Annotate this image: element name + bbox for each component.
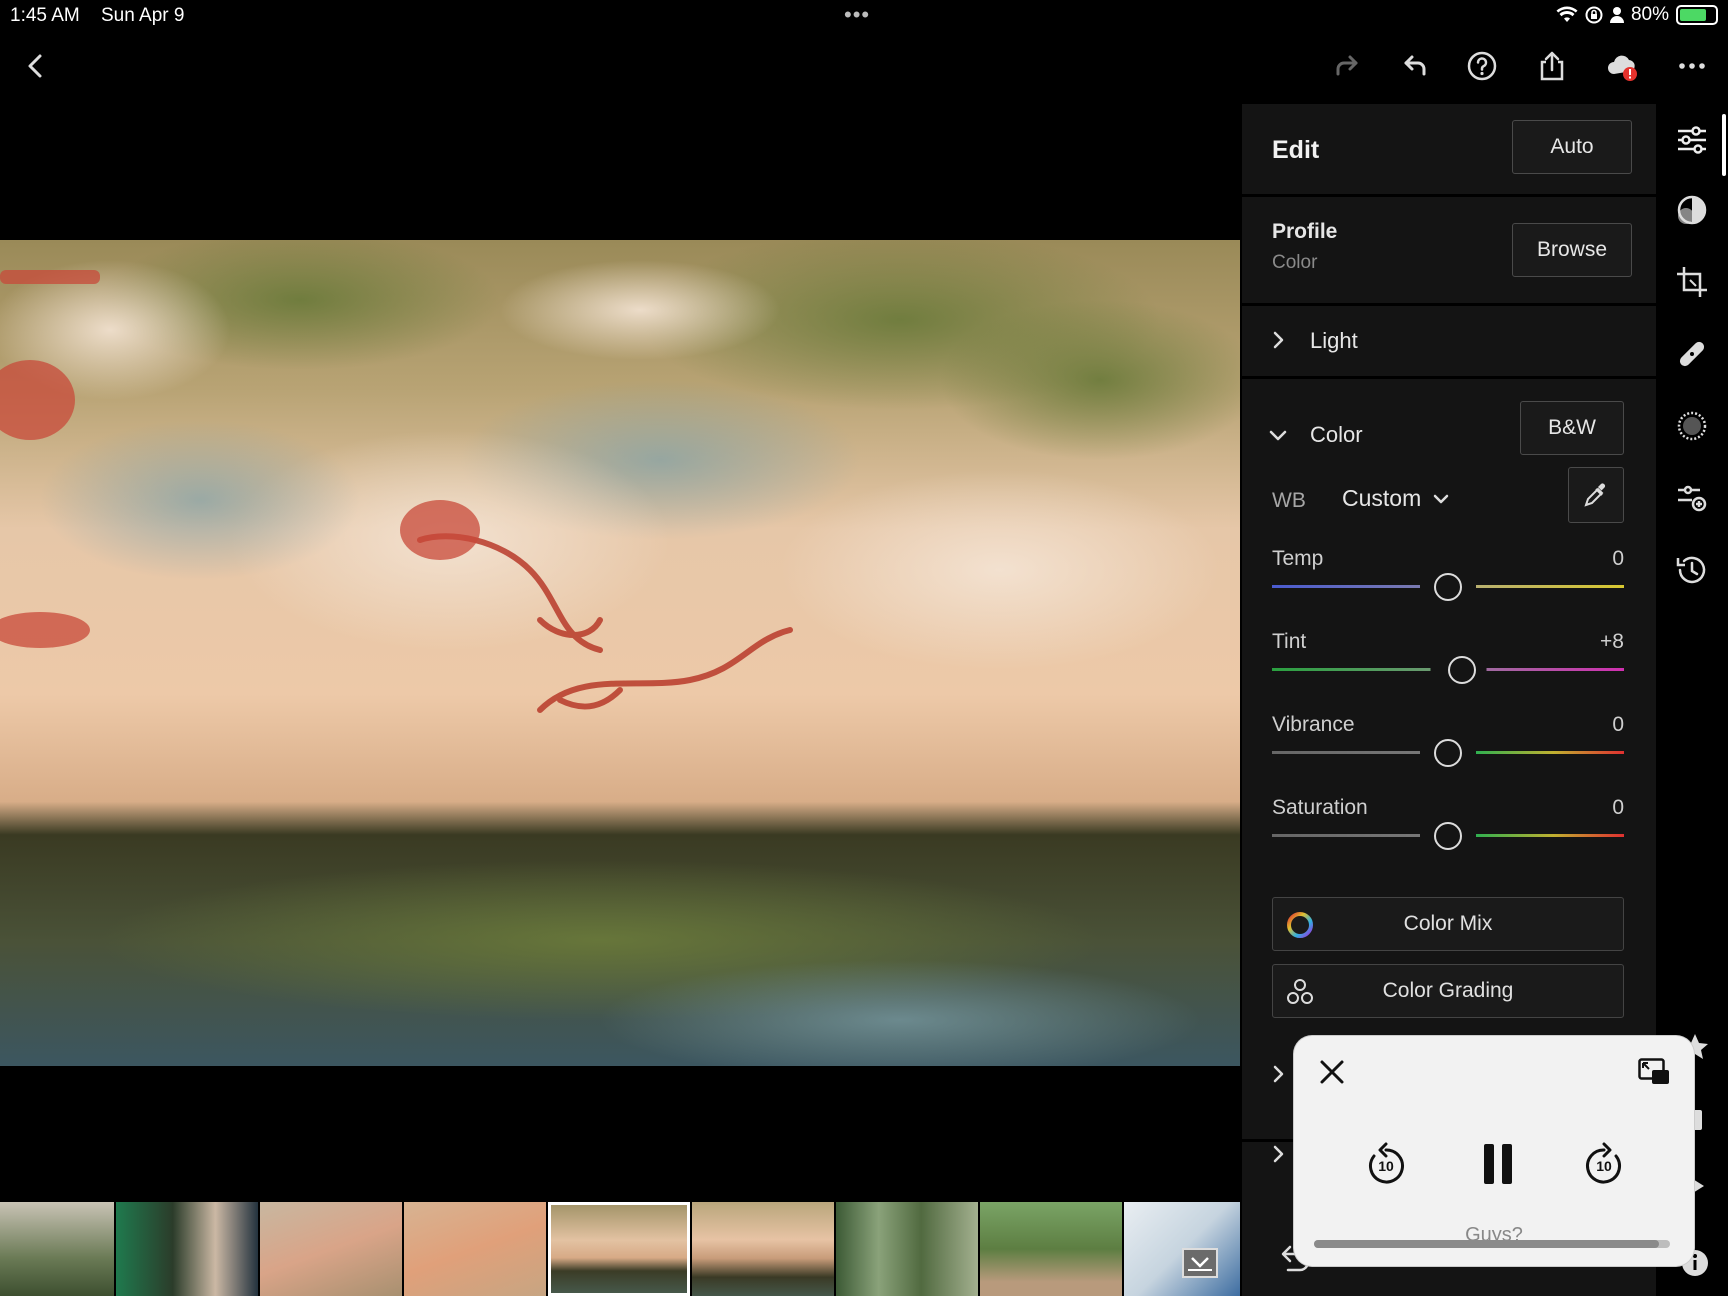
skip-back-10-icon[interactable]: 10	[1362, 1140, 1410, 1188]
multitasking-dots-icon[interactable]: •••	[844, 2, 870, 28]
filmstrip-thumb[interactable]	[0, 1202, 114, 1296]
video-progress-fill	[1314, 1240, 1660, 1248]
back-icon[interactable]	[16, 46, 56, 86]
profile-value: Color	[1272, 252, 1318, 273]
temp-label: Temp	[1272, 547, 1324, 570]
bw-button[interactable]: B&W	[1520, 401, 1624, 455]
filmstrip-thumb[interactable]	[404, 1202, 546, 1296]
video-player-overlay[interactable]: 10 10 Guys?	[1294, 1036, 1694, 1266]
download-tray-icon	[1182, 1248, 1218, 1278]
filmstrip-thumb[interactable]	[836, 1202, 978, 1296]
light-label: Light	[1310, 328, 1358, 353]
temp-slider[interactable]: Temp 0	[1272, 547, 1624, 607]
status-indicators: 80%	[1556, 4, 1718, 26]
color-mix-button[interactable]: Color Mix	[1272, 897, 1624, 951]
crop-icon[interactable]	[1674, 264, 1710, 300]
person-icon	[1609, 7, 1624, 23]
light-section-header[interactable]: Light	[1242, 306, 1656, 376]
profile-section: Profile Color Browse	[1242, 197, 1656, 303]
edit-header: Edit Auto	[1242, 104, 1656, 194]
status-date: Sun Apr 9	[101, 5, 185, 26]
edit-sliders-icon[interactable]	[1674, 122, 1710, 158]
chevron-right-icon	[1273, 331, 1284, 349]
vignette-icon[interactable]	[1674, 408, 1710, 444]
eyedropper-button[interactable]	[1568, 467, 1624, 523]
history-icon[interactable]	[1674, 552, 1710, 588]
color-grading-button[interactable]: Color Grading	[1272, 964, 1624, 1018]
color-grading-label: Color Grading	[1382, 979, 1514, 1002]
masking-icon[interactable]	[1674, 192, 1710, 228]
vibrance-knob[interactable]	[1434, 739, 1462, 767]
color-label: Color	[1310, 422, 1363, 447]
skip-forward-seconds: 10	[1596, 1158, 1612, 1174]
battery-percent: 80%	[1630, 4, 1669, 25]
filmstrip-thumb[interactable]	[692, 1202, 834, 1296]
profile-label: Profile	[1272, 220, 1338, 243]
skip-back-seconds: 10	[1378, 1158, 1394, 1174]
tint-label: Tint	[1272, 630, 1307, 653]
filmstrip-thumb-selected[interactable]	[548, 1202, 690, 1296]
filmstrip-thumb[interactable]	[260, 1202, 402, 1296]
vibrance-label: Vibrance	[1272, 713, 1355, 736]
tint-slider[interactable]: Tint +8	[1272, 630, 1624, 690]
browse-button[interactable]: Browse	[1512, 223, 1632, 277]
photo-image[interactable]	[0, 240, 1240, 1066]
wb-value: Custom	[1342, 485, 1422, 511]
photo-canvas[interactable]	[0, 102, 1240, 1198]
rock-art-photo	[0, 240, 1240, 1066]
wb-label: WB	[1272, 489, 1306, 512]
temp-value: 0	[1612, 547, 1624, 570]
tint-knob[interactable]	[1448, 656, 1477, 684]
vibrance-value: 0	[1612, 713, 1624, 736]
color-section: Color B&W WB Custom Temp 0 Tint +8 Vibra…	[1242, 379, 1656, 1139]
saturation-slider[interactable]: Saturation 0	[1272, 796, 1624, 856]
saturation-knob[interactable]	[1434, 822, 1462, 850]
redo-icon[interactable]	[1326, 46, 1366, 86]
status-bar: 1:45 AM Sun Apr 9 ••• 80%	[0, 0, 1728, 32]
color-mix-label: Color Mix	[1403, 912, 1493, 935]
battery-icon	[1676, 5, 1718, 25]
top-toolbar	[0, 32, 1728, 102]
wb-dropdown[interactable]: Custom	[1342, 485, 1451, 512]
status-time: 1:45 AM	[10, 5, 80, 26]
video-progress-bar[interactable]	[1314, 1240, 1670, 1248]
chevron-right-icon[interactable]	[1268, 1144, 1288, 1164]
healing-icon[interactable]	[1674, 336, 1710, 372]
filmstrip[interactable]	[0, 1202, 1240, 1296]
more-icon[interactable]	[1672, 46, 1712, 86]
pip-expand-icon[interactable]	[1634, 1052, 1674, 1092]
cloud-alert-icon[interactable]	[1602, 46, 1642, 86]
auto-button[interactable]: Auto	[1512, 120, 1632, 174]
help-icon[interactable]	[1462, 46, 1502, 86]
tint-value: +8	[1600, 630, 1624, 653]
share-icon[interactable]	[1532, 46, 1572, 86]
filmstrip-thumb[interactable]	[1124, 1202, 1240, 1296]
vibrance-slider[interactable]: Vibrance 0	[1272, 713, 1624, 773]
close-icon[interactable]	[1312, 1052, 1352, 1092]
pause-icon[interactable]	[1472, 1138, 1524, 1190]
active-tool-indicator	[1722, 114, 1726, 176]
temp-knob[interactable]	[1434, 573, 1462, 601]
chevron-down-icon	[1434, 494, 1449, 503]
chevron-down-icon[interactable]	[1268, 425, 1288, 445]
presets-icon[interactable]	[1674, 480, 1710, 516]
undo-icon[interactable]	[1396, 46, 1436, 86]
screen-lock-icon	[1585, 6, 1603, 24]
wifi-icon	[1556, 6, 1578, 22]
eyedropper-icon	[1584, 483, 1605, 507]
saturation-label: Saturation	[1272, 796, 1368, 819]
chevron-right-icon[interactable]	[1268, 1064, 1288, 1084]
edit-title: Edit	[1272, 136, 1320, 164]
filmstrip-thumb[interactable]	[980, 1202, 1122, 1296]
filmstrip-thumb[interactable]	[116, 1202, 258, 1296]
skip-forward-10-icon[interactable]: 10	[1580, 1140, 1628, 1188]
saturation-value: 0	[1612, 796, 1624, 819]
